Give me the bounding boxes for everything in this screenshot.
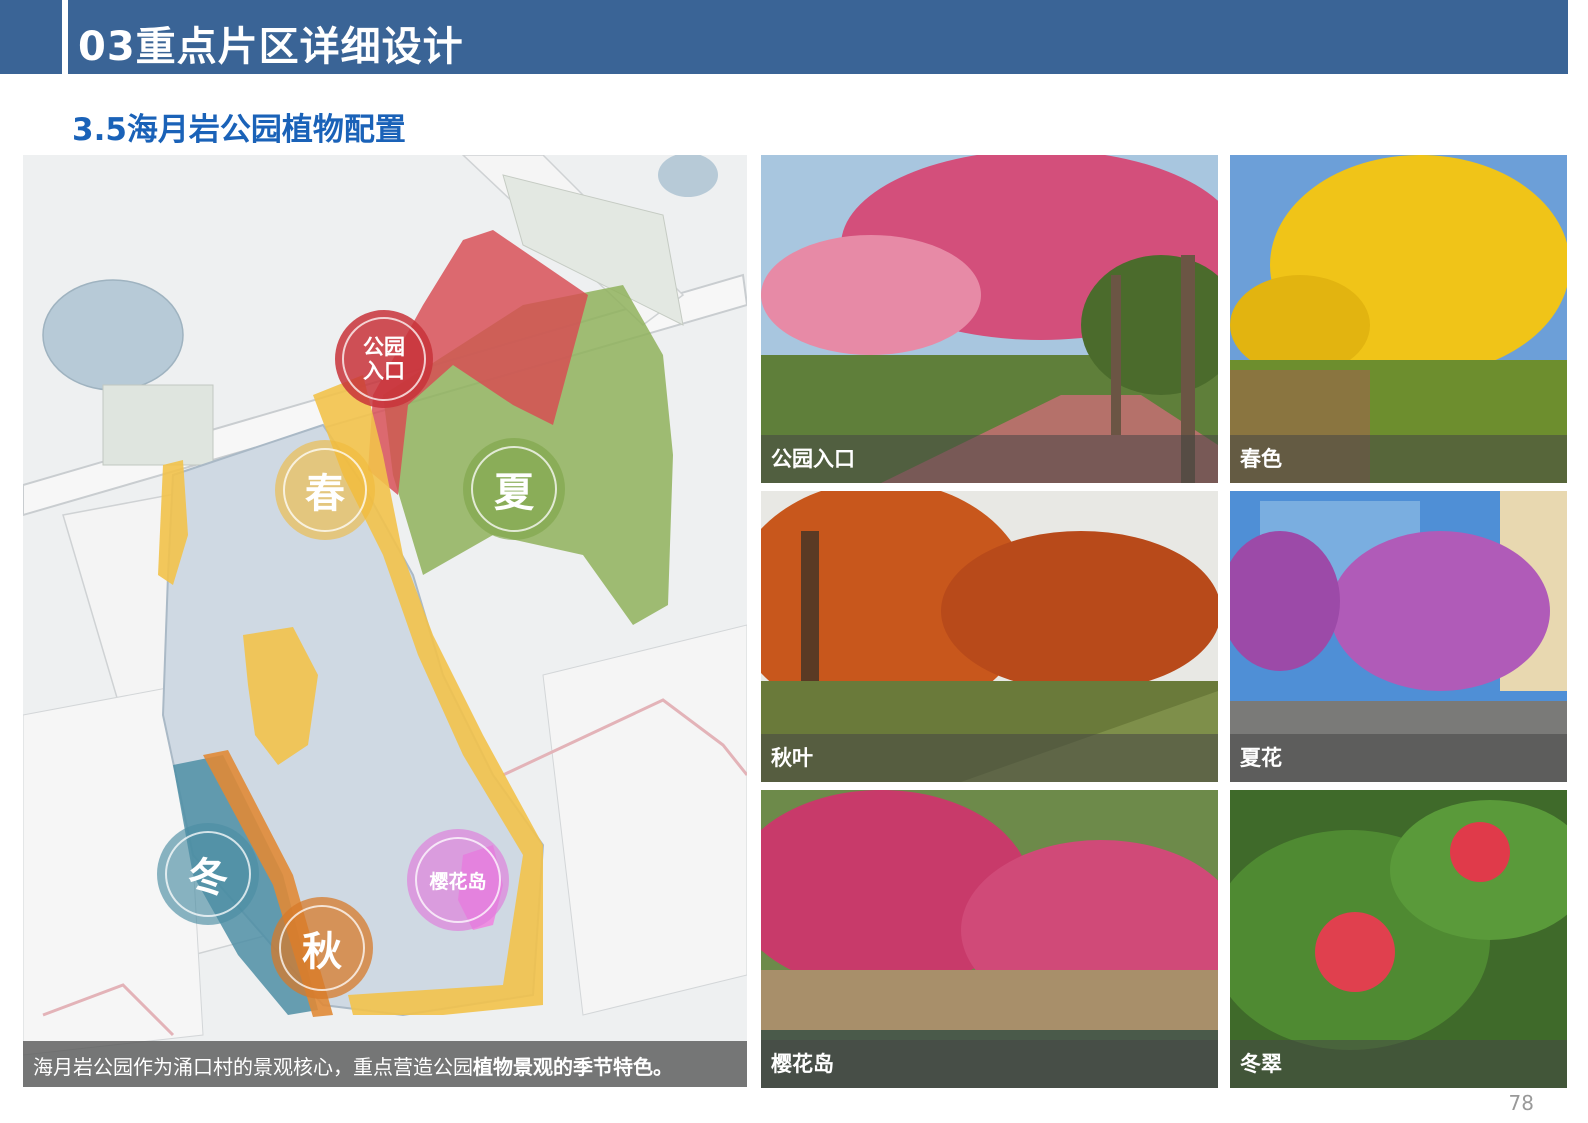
section-title: 3.5海月岩公园植物配置 (72, 112, 406, 148)
page-title: 03重点片区详细设计 (78, 24, 464, 70)
badge-spring: 春 (275, 440, 375, 540)
map-caption-bar: 海月岩公园作为涌口村的景观核心，重点营造公园植物景观的季节特色。 (23, 1041, 747, 1087)
map-caption: 海月岩公园作为涌口村的景观核心，重点营造公园植物景观的季节特色。 (33, 1051, 673, 1080)
photo-label: 夏花 (1240, 746, 1282, 770)
photo-park-entrance: 公园入口 (761, 155, 1218, 483)
page-number: 78 (1508, 1091, 1534, 1115)
badge-autumn-label: 秋 (302, 929, 342, 975)
photo-label: 春色 (1240, 447, 1282, 471)
photo-park-entrance-image (761, 155, 1218, 483)
photo-sakura-island: 樱花岛 (761, 790, 1218, 1088)
badge-winter: 冬 (157, 823, 259, 925)
badge-summer: 夏 (463, 438, 565, 540)
park-plant-map: 公园入口 春 夏 冬 秋 樱花岛 海月岩公园作为涌口村的景观核心，重点营造公园植… (23, 155, 747, 1087)
badge-autumn: 秋 (271, 897, 373, 999)
map-caption-text: 海月岩公园作为涌口村的景观核心，重点营造公园 (33, 1055, 473, 1079)
photo-spring-color-image (1230, 155, 1567, 483)
photo-label: 秋叶 (771, 746, 813, 770)
badge-sakura-island: 樱花岛 (407, 829, 509, 931)
badge-summer-label: 夏 (494, 470, 534, 516)
photo-label: 冬翠 (1240, 1052, 1282, 1076)
photo-summer-flowers: 夏花 (1230, 491, 1567, 782)
map-caption-highlight: 植物景观的季节特色。 (473, 1055, 673, 1079)
photo-spring-color: 春色 (1230, 155, 1567, 483)
badge-park-entrance-label: 公园入口 (363, 335, 405, 383)
badge-sakura-island-label: 樱花岛 (429, 870, 487, 893)
header-accent-block (0, 0, 62, 74)
badge-spring-label: 春 (305, 471, 345, 517)
badge-winter-label: 冬 (188, 855, 228, 901)
photo-label-bar (761, 734, 1218, 782)
photo-label: 公园入口 (771, 447, 855, 471)
badge-park-entrance: 公园入口 (335, 310, 433, 408)
photo-label: 樱花岛 (771, 1052, 834, 1076)
photo-winter-green: 冬翠 (1230, 790, 1567, 1088)
map-drawing (23, 155, 747, 1087)
photo-autumn-leaves: 秋叶 (761, 491, 1218, 782)
